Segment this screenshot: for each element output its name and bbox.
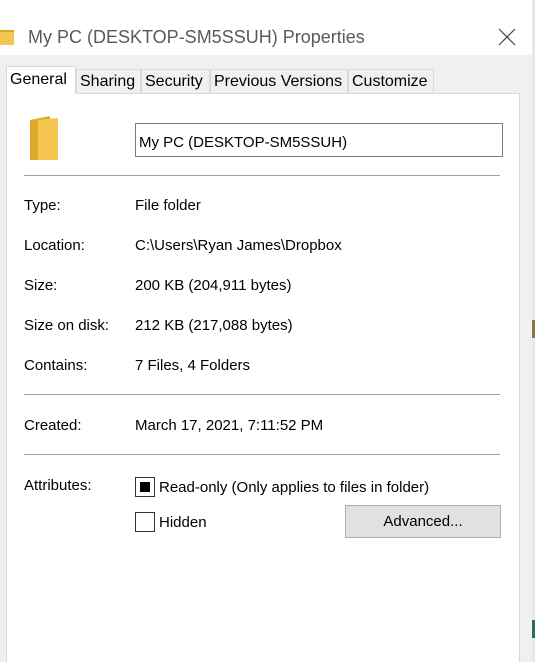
advanced-button[interactable]: Advanced... [345, 505, 501, 538]
readonly-label[interactable]: Read-only (Only applies to files in fold… [159, 479, 429, 496]
general-tab-panel: Type: File folder Location: C:\Users\Rya… [6, 93, 520, 662]
location-label: Location: [24, 237, 85, 254]
close-icon [498, 28, 516, 46]
contains-value: 7 Files, 4 Folders [135, 357, 251, 374]
hidden-checkbox[interactable] [135, 512, 155, 532]
window-title: My PC (DESKTOP-SM5SSUH) Properties [28, 27, 365, 47]
properties-window: My PC (DESKTOP-SM5SSUH) Properties Gener… [0, 0, 533, 662]
size-on-disk-label: Size on disk: [24, 317, 110, 334]
contains-label: Contains: [24, 357, 88, 374]
created-label: Created: [24, 417, 82, 434]
separator [24, 175, 500, 176]
tab-customize[interactable]: Customize [348, 69, 434, 93]
tab-sharing[interactable]: Sharing [76, 69, 141, 93]
size-on-disk-value: 212 KB (217,088 bytes) [135, 317, 293, 334]
size-label: Size: [24, 277, 58, 294]
readonly-checkbox[interactable] [135, 477, 155, 497]
close-button[interactable] [484, 21, 530, 53]
folder-name-input[interactable] [135, 123, 503, 157]
tab-general[interactable]: General [6, 66, 76, 94]
folder-icon [0, 30, 14, 45]
type-label: Type: [24, 197, 61, 214]
type-value: File folder [135, 197, 201, 214]
separator [24, 394, 500, 395]
separator [24, 454, 500, 455]
title-bar[interactable]: My PC (DESKTOP-SM5SSUH) Properties [0, 0, 532, 55]
folder-icon [30, 116, 58, 160]
tab-security[interactable]: Security [141, 69, 210, 93]
attributes-label: Attributes: [24, 477, 92, 494]
indeterminate-mark [140, 482, 150, 492]
hidden-label[interactable]: Hidden [159, 514, 207, 531]
tab-previous-versions[interactable]: Previous Versions [210, 69, 348, 93]
location-value: C:\Users\Ryan James\Dropbox [135, 237, 342, 254]
created-value: March 17, 2021, 7:11:52 PM [135, 417, 324, 434]
size-value: 200 KB (204,911 bytes) [135, 277, 292, 294]
